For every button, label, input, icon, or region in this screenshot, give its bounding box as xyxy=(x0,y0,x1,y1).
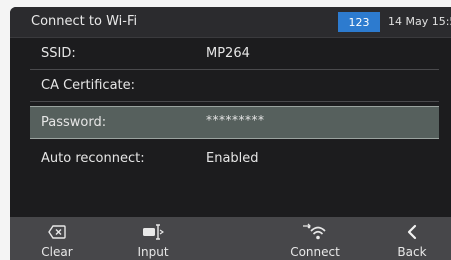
softkey-bar: Clear Input Connect Back xyxy=(10,217,451,260)
input-label: Input xyxy=(137,245,169,259)
auto-reconnect-label: Auto reconnect: xyxy=(41,151,145,166)
title-bar: Connect to Wi-Fi 123 14 May 15:5 xyxy=(10,7,451,37)
back-softkey[interactable]: Back xyxy=(377,217,447,260)
wifi-connect-icon xyxy=(302,222,328,242)
password-value: ********* xyxy=(206,113,265,127)
ssid-label: SSID: xyxy=(41,46,76,61)
ssid-field[interactable]: SSID: MP264 xyxy=(30,38,439,70)
ssid-value: MP264 xyxy=(206,46,250,61)
ca-certificate-field[interactable]: CA Certificate: xyxy=(30,70,439,102)
auto-reconnect-field[interactable]: Auto reconnect: Enabled xyxy=(30,143,439,174)
auto-reconnect-value: Enabled xyxy=(206,151,259,166)
date-time: 14 May 15:5 xyxy=(388,15,451,28)
input-method-icon xyxy=(142,222,164,242)
page-title: Connect to Wi-Fi xyxy=(31,14,138,29)
password-field[interactable]: Password: ********* xyxy=(30,106,439,139)
input-mode-badge: 123 xyxy=(338,12,380,32)
back-label: Back xyxy=(397,245,427,259)
clear-softkey[interactable]: Clear xyxy=(22,217,92,260)
input-softkey[interactable]: Input xyxy=(118,217,188,260)
password-label: Password: xyxy=(41,115,107,130)
chevron-left-icon xyxy=(406,222,418,242)
connect-softkey[interactable]: Connect xyxy=(280,217,350,260)
phone-screen: Connect to Wi-Fi 123 14 May 15:5 SSID: M… xyxy=(10,7,451,260)
connect-label: Connect xyxy=(290,245,340,259)
ca-certificate-label: CA Certificate: xyxy=(41,78,136,93)
clear-label: Clear xyxy=(41,245,73,259)
backspace-icon xyxy=(48,222,66,242)
